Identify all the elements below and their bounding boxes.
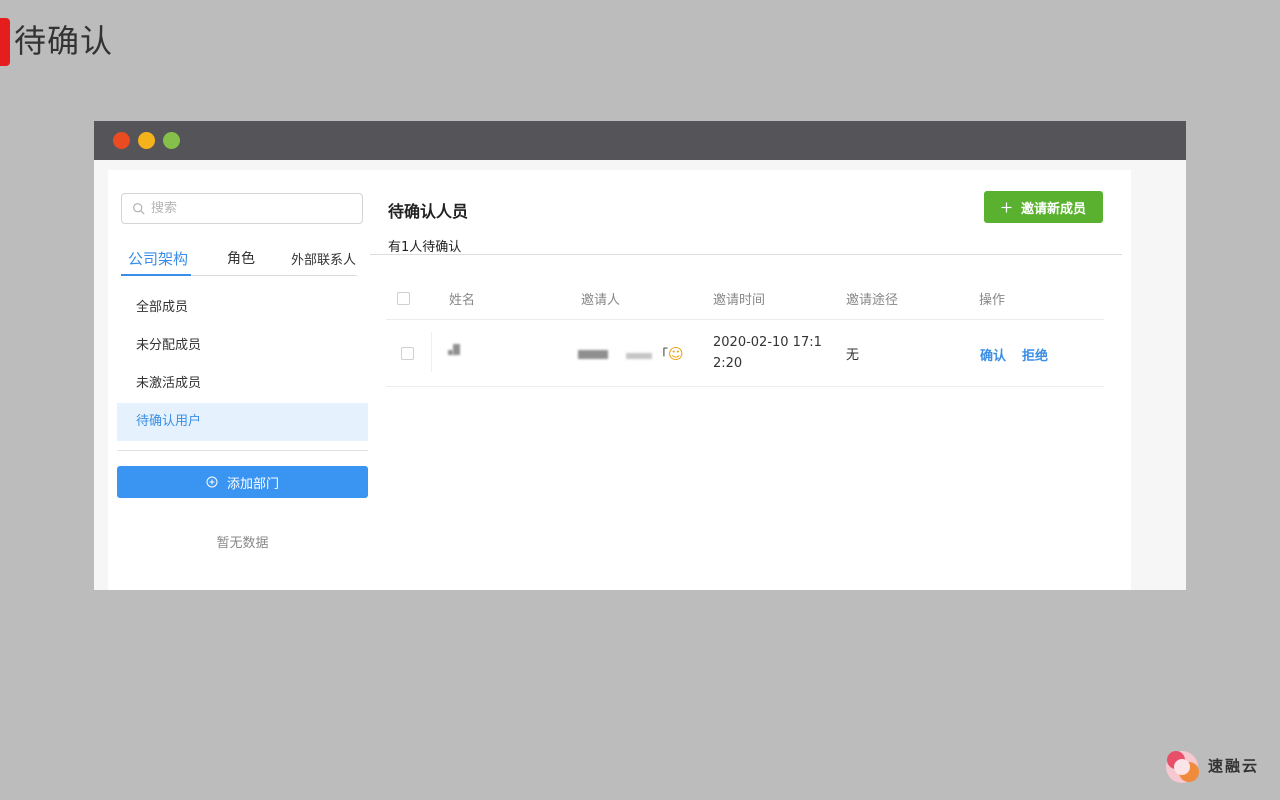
brand-logo: 速融云 xyxy=(1162,746,1272,786)
slide-title: 待确认 xyxy=(14,22,114,60)
brand-name: 速融云 xyxy=(1208,757,1260,775)
invite-new-member-button[interactable]: 邀请新成员 xyxy=(984,191,1103,223)
window-close-button[interactable] xyxy=(113,132,130,149)
sidebar-item-unassigned-members[interactable]: 未分配成员 xyxy=(117,327,368,365)
plus-icon xyxy=(1001,201,1012,213)
sidebar-tabs: 公司架构 角色 外部联系人 xyxy=(121,244,357,276)
column-header-invite-time: 邀请时间 xyxy=(713,293,766,308)
app-content: 公司架构 角色 外部联系人 全部成员 未分配成员 未激活成员 待确认用户 添加部… xyxy=(108,170,1131,590)
redacted-block xyxy=(578,350,608,359)
window-minimize-button[interactable] xyxy=(138,132,155,149)
add-department-label: 添加部门 xyxy=(226,476,279,492)
select-all-checkbox[interactable] xyxy=(397,292,410,305)
row-separator xyxy=(431,332,432,372)
active-tab-indicator xyxy=(121,274,191,276)
column-header-name: 姓名 xyxy=(449,293,476,308)
redacted-block xyxy=(453,344,460,355)
brand-logo-icon xyxy=(1166,751,1199,783)
add-department-button[interactable]: 添加部门 xyxy=(117,466,368,498)
app-window: 公司架构 角色 外部联系人 全部成员 未分配成员 未激活成员 待确认用户 添加部… xyxy=(94,121,1186,590)
empty-state-text: 暂无数据 xyxy=(216,536,269,551)
pending-count-text: 有1人待确认 xyxy=(388,240,462,255)
search-input[interactable] xyxy=(151,201,351,216)
sidebar-item-all-members[interactable]: 全部成员 xyxy=(117,289,368,327)
tab-company-structure[interactable]: 公司架构 xyxy=(128,248,188,269)
page-title: 待确认人员 xyxy=(388,202,469,221)
inviter-suffix: 「 xyxy=(655,348,669,363)
tab-roles[interactable]: 角色 xyxy=(227,248,255,268)
header-divider xyxy=(370,254,1122,255)
redacted-block xyxy=(626,353,652,359)
invite-new-member-label: 邀请新成员 xyxy=(1020,201,1086,217)
window-titlebar xyxy=(94,121,1186,160)
slide-accent-bar xyxy=(0,18,10,66)
sidebar-divider xyxy=(117,450,368,451)
confirm-link[interactable]: 确认 xyxy=(980,345,1006,364)
smiley-emoji-icon: ☺ xyxy=(668,345,684,363)
invite-time-cell: 2020-02-10 17:12:20 xyxy=(713,335,822,371)
column-header-inviter: 邀请人 xyxy=(581,293,621,308)
invite-channel-cell: 无 xyxy=(846,348,860,363)
column-header-invite-channel: 邀请途径 xyxy=(846,293,899,308)
tab-external-contacts[interactable]: 外部联系人 xyxy=(291,249,356,268)
pending-users-table: 姓名 邀请人 邀请时间 邀请途径 操作 「☺ 2020-02-10 17:12:… xyxy=(386,277,1104,387)
column-header-actions: 操作 xyxy=(979,293,1006,308)
search-box[interactable] xyxy=(121,193,363,224)
plus-circle-icon xyxy=(206,476,218,488)
sidebar-item-inactive-members[interactable]: 未激活成员 xyxy=(117,365,368,403)
table-header: 姓名 邀请人 邀请时间 邀请途径 操作 xyxy=(386,277,1104,320)
name-cell-redacted xyxy=(448,344,460,359)
table-row: 「☺ 2020-02-10 17:12:20 无 确认 拒绝 xyxy=(386,320,1104,387)
window-maximize-button[interactable] xyxy=(163,132,180,149)
inviter-cell: 「☺ xyxy=(578,344,684,363)
reject-link[interactable]: 拒绝 xyxy=(1022,345,1048,364)
search-icon xyxy=(133,203,145,215)
row-checkbox[interactable] xyxy=(401,347,414,360)
sidebar-nav: 全部成员 未分配成员 未激活成员 待确认用户 xyxy=(117,289,368,441)
sidebar-item-pending-users[interactable]: 待确认用户 xyxy=(117,403,368,441)
